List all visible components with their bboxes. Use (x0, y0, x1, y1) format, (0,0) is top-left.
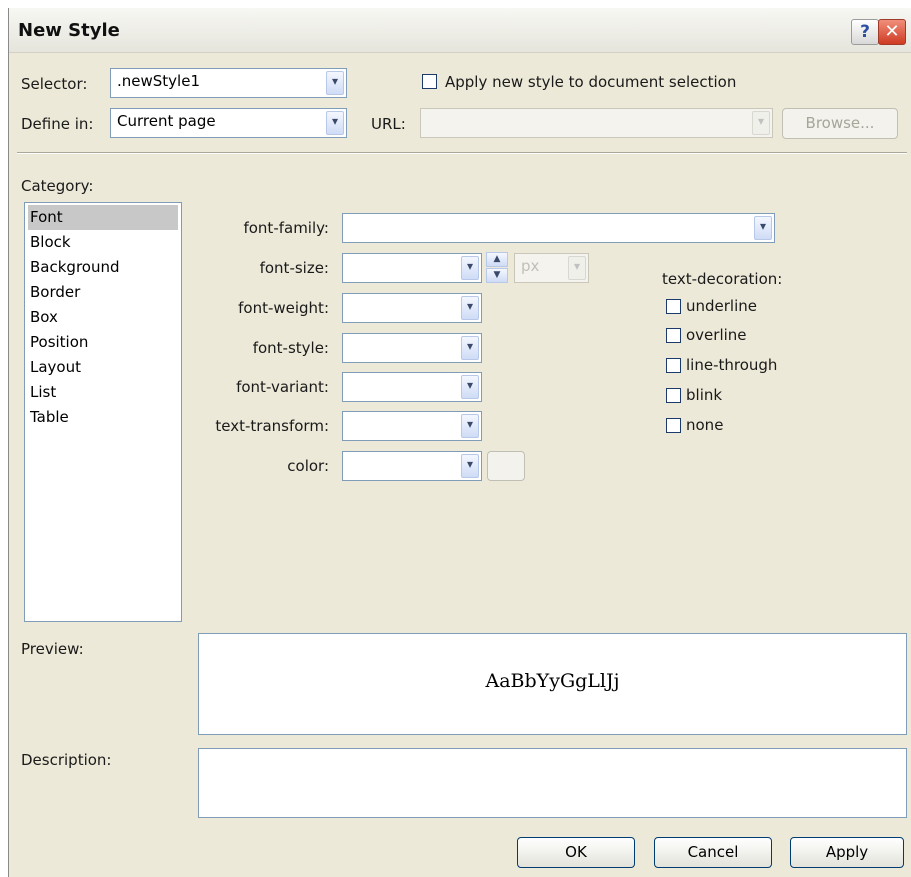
font-size-spinner[interactable]: ▲ ▼ (486, 252, 508, 284)
ok-button[interactable]: OK (517, 837, 635, 868)
spin-down-icon[interactable]: ▼ (486, 268, 508, 283)
font-style-label: font-style: (252, 339, 329, 357)
font-family-combo[interactable]: ▾ (342, 213, 775, 243)
preview-label: Preview: (21, 640, 84, 658)
line-through-label: line-through (686, 356, 778, 374)
font-style-combo[interactable]: ▾ (342, 333, 482, 363)
font-size-label: font-size: (259, 259, 329, 277)
color-combo[interactable]: ▾ (342, 451, 482, 481)
category-item-layout[interactable]: Layout (28, 355, 178, 380)
font-variant-label: font-variant: (236, 378, 329, 396)
blink-checkbox[interactable] (666, 388, 681, 403)
none-label: none (686, 416, 724, 434)
define-in-label: Define in: (21, 115, 94, 133)
text-transform-dropdown-icon[interactable]: ▾ (461, 414, 479, 438)
font-weight-combo[interactable]: ▾ (342, 293, 482, 323)
preview-box: AaBbYyGgLlJj (198, 633, 907, 735)
apply-button[interactable]: Apply (790, 837, 904, 868)
preview-sample: AaBbYyGgLlJj (485, 670, 620, 692)
color-dropdown-icon[interactable]: ▾ (461, 454, 479, 478)
text-transform-combo[interactable]: ▾ (342, 411, 482, 441)
category-item-list[interactable]: List (28, 380, 178, 405)
font-size-unit-combo[interactable]: px ▾ (514, 253, 589, 283)
url-label: URL: (371, 115, 406, 133)
blink-label: blink (686, 386, 723, 404)
title-bar: New Style ? ✕ (9, 8, 911, 53)
text-decoration-label: text-decoration: (662, 270, 783, 288)
text-transform-label: text-transform: (215, 417, 329, 435)
divider (17, 152, 907, 154)
color-label: color: (287, 457, 329, 475)
font-size-unit-dropdown-icon: ▾ (568, 256, 586, 280)
font-size-unit-value: px (521, 257, 540, 275)
font-family-dropdown-icon[interactable]: ▾ (754, 216, 772, 240)
underline-label: underline (686, 297, 758, 315)
cancel-button[interactable]: Cancel (654, 837, 772, 868)
close-button[interactable]: ✕ (878, 19, 906, 45)
new-style-dialog: New Style ? ✕ Selector: .newStyle1 ▾ App… (8, 8, 911, 877)
description-label: Description: (21, 751, 112, 769)
category-item-box[interactable]: Box (28, 305, 178, 330)
underline-checkbox[interactable] (666, 299, 681, 314)
overline-checkbox[interactable] (666, 328, 681, 343)
selector-dropdown-icon[interactable]: ▾ (326, 71, 344, 95)
category-item-border[interactable]: Border (28, 280, 178, 305)
selector-value: .newStyle1 (117, 72, 200, 90)
description-box (198, 748, 907, 818)
overline-label: overline (686, 326, 747, 344)
color-picker-button[interactable] (487, 451, 525, 481)
font-weight-dropdown-icon[interactable]: ▾ (461, 296, 479, 320)
category-list[interactable]: Font Block Background Border Box Positio… (24, 202, 182, 622)
line-through-checkbox[interactable] (666, 358, 681, 373)
window-title: New Style (18, 20, 120, 41)
category-item-position[interactable]: Position (28, 330, 178, 355)
apply-new-style-checkbox[interactable] (422, 74, 437, 89)
category-item-table[interactable]: Table (28, 405, 178, 430)
category-item-block[interactable]: Block (28, 230, 178, 255)
url-dropdown-icon: ▾ (752, 111, 770, 135)
category-item-font[interactable]: Font (28, 205, 178, 230)
browse-button[interactable]: Browse... (782, 108, 898, 139)
apply-new-style-label: Apply new style to document selection (445, 73, 737, 91)
font-family-label: font-family: (243, 219, 329, 237)
none-checkbox[interactable] (666, 418, 681, 433)
selector-label: Selector: (21, 75, 88, 93)
category-item-background[interactable]: Background (28, 255, 178, 280)
define-in-value: Current page (117, 112, 216, 130)
font-size-dropdown-icon[interactable]: ▾ (461, 256, 479, 280)
font-variant-dropdown-icon[interactable]: ▾ (461, 375, 479, 399)
font-weight-label: font-weight: (238, 299, 329, 317)
help-button[interactable]: ? (851, 19, 879, 45)
selector-combo[interactable]: .newStyle1 ▾ (110, 68, 347, 98)
spin-up-icon[interactable]: ▲ (486, 252, 508, 267)
font-variant-combo[interactable]: ▾ (342, 372, 482, 402)
define-in-combo[interactable]: Current page ▾ (110, 108, 347, 138)
category-label: Category: (21, 177, 94, 195)
font-size-combo[interactable]: ▾ (342, 253, 482, 283)
define-in-dropdown-icon[interactable]: ▾ (326, 111, 344, 135)
url-combo[interactable]: ▾ (420, 108, 773, 138)
font-style-dropdown-icon[interactable]: ▾ (461, 336, 479, 360)
